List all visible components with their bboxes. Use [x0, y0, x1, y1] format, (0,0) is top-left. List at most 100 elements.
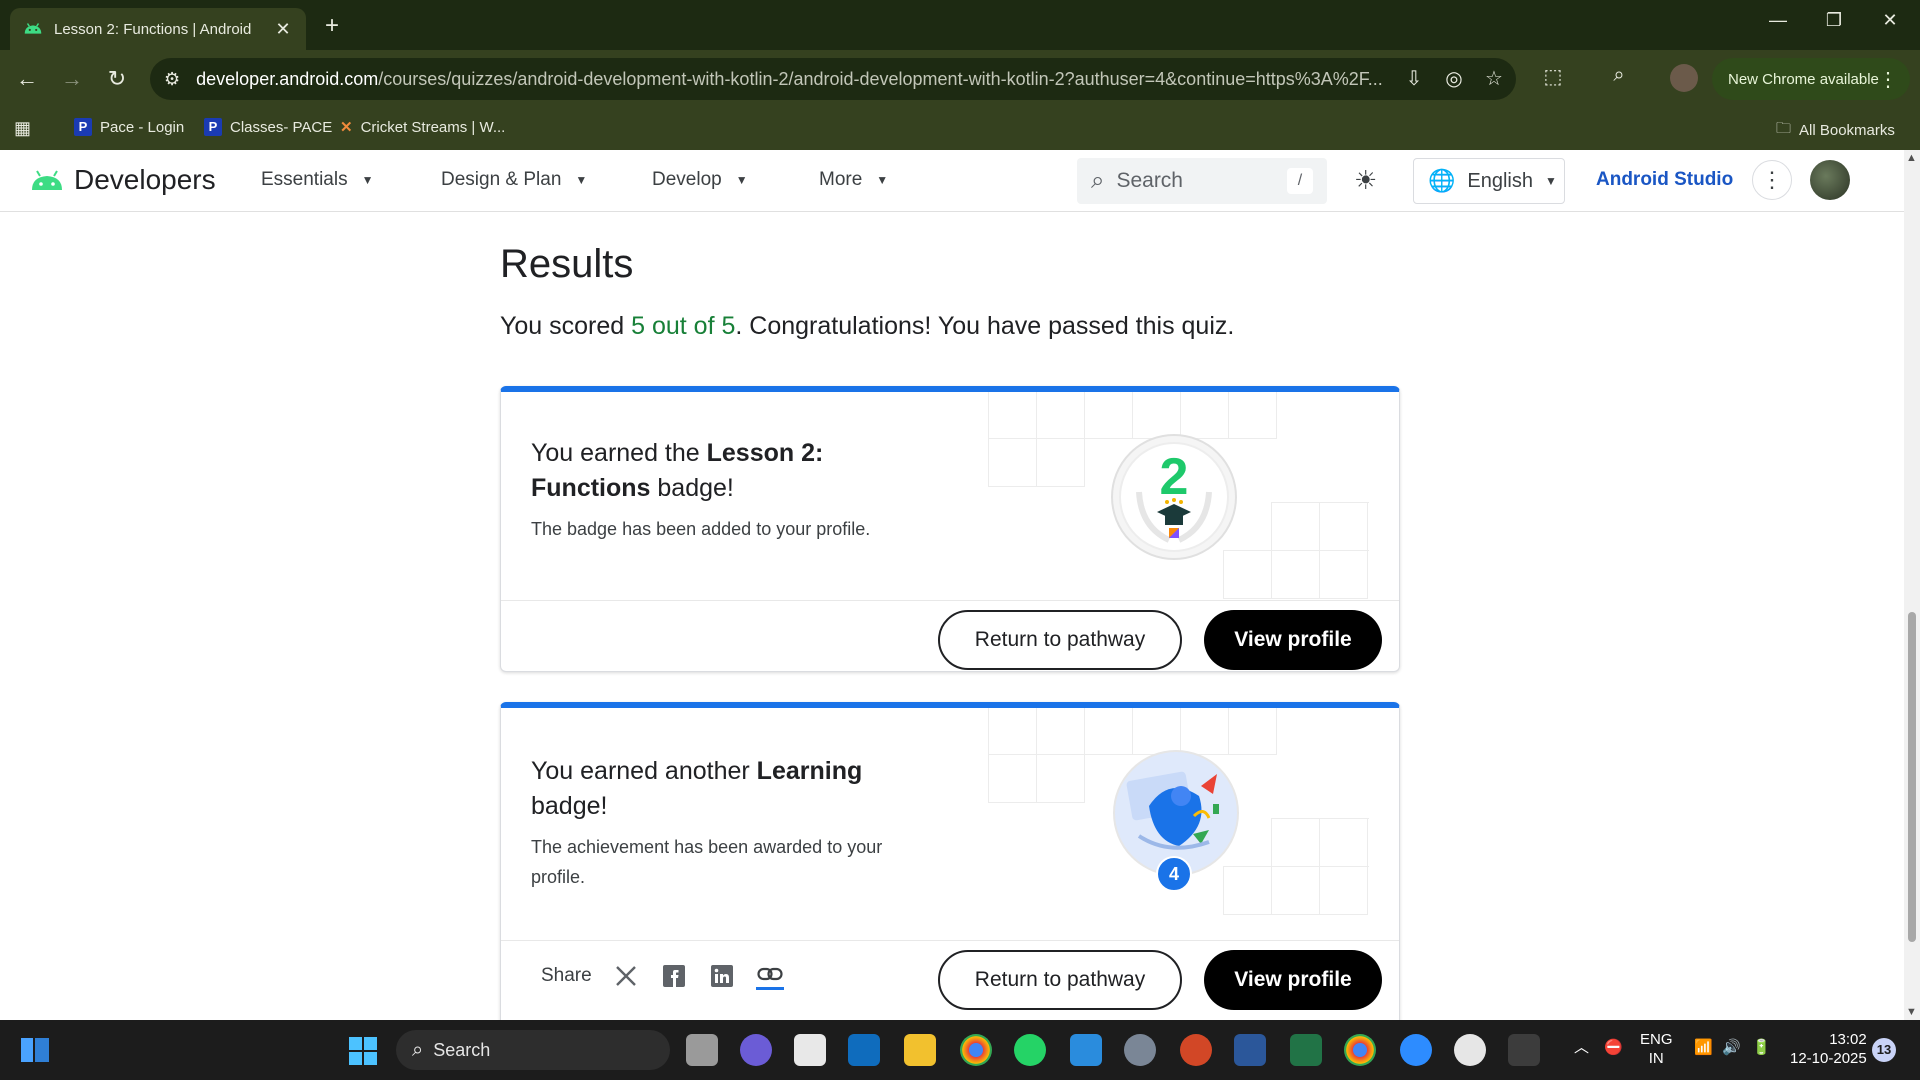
menu-design-plan[interactable]: Design & Plan ▼ — [441, 169, 587, 191]
linkedin-icon[interactable] — [708, 962, 736, 990]
powerpoint-icon[interactable] — [1180, 1034, 1212, 1066]
menu-label: Develop — [652, 169, 722, 190]
extensions-icon[interactable]: ⬚ — [1538, 64, 1568, 94]
new-tab-button[interactable]: + — [318, 12, 346, 40]
globe-icon: 🌐 — [1428, 168, 1456, 193]
menu-more[interactable]: More ▼ — [819, 169, 888, 191]
tab-search-icon[interactable]: ⌕ — [1604, 64, 1634, 94]
minimize-icon[interactable]: — — [1756, 10, 1800, 31]
outlook-icon[interactable] — [848, 1034, 880, 1066]
menu-essentials[interactable]: Essentials ▼ — [261, 169, 374, 191]
score-value: 5 out of 5 — [631, 312, 736, 340]
eye-off-icon[interactable]: ◎ — [1440, 66, 1468, 94]
battery-icon[interactable]: 🔋 — [1752, 1038, 1771, 1057]
site-search-input[interactable]: ⌕ Search / — [1077, 158, 1327, 204]
language-select[interactable]: 🌐 English ▼ — [1413, 158, 1565, 204]
scroll-down-icon[interactable]: ▼ — [1906, 1006, 1917, 1018]
new-chrome-button[interactable]: New Chrome available ⋮ — [1712, 58, 1910, 100]
menu-label: More — [819, 169, 863, 190]
search-icon: ⌕ — [412, 1038, 424, 1061]
store-icon[interactable] — [794, 1034, 826, 1066]
wifi-icon[interactable]: 📶 — [1694, 1038, 1713, 1057]
new-chrome-label: New Chrome available — [1728, 70, 1879, 88]
android-icon — [24, 23, 42, 34]
view-profile-button[interactable]: View profile — [1204, 610, 1382, 670]
bookmark-pace-login[interactable]: P Pace - Login — [74, 118, 184, 136]
theme-toggle-icon[interactable]: ☀ — [1354, 165, 1377, 196]
app-store-icon[interactable] — [1454, 1034, 1486, 1066]
badge-number: 2 — [1160, 448, 1189, 506]
android-studio-link[interactable]: Android Studio — [1596, 169, 1733, 191]
lang-top: ENG — [1640, 1031, 1673, 1048]
developers-logo[interactable]: Developers — [30, 164, 216, 196]
scroll-up-icon[interactable]: ▲ — [1906, 152, 1917, 164]
scrollbar-thumb[interactable] — [1908, 612, 1916, 942]
show-hidden-icons[interactable]: ︿ — [1574, 1038, 1589, 1057]
task-view-icon[interactable] — [686, 1034, 718, 1066]
chrome-menu-icon[interactable]: ⋮ — [1878, 67, 1898, 92]
more-options-icon[interactable]: ⋮ — [1752, 160, 1792, 200]
share-row: Share — [541, 962, 784, 990]
whatsapp-icon[interactable] — [1014, 1034, 1046, 1066]
word-icon[interactable] — [1234, 1034, 1266, 1066]
back-icon[interactable]: ← — [12, 64, 42, 94]
language-indicator[interactable]: ENG IN — [1640, 1030, 1673, 1068]
vscode-icon[interactable] — [1070, 1034, 1102, 1066]
heading-prefix: You earned another — [531, 757, 757, 785]
close-tab-icon[interactable]: ✕ — [272, 19, 294, 40]
notification-badge[interactable]: 13 — [1872, 1038, 1896, 1062]
taskbar-search[interactable]: ⌕ Search — [396, 1030, 670, 1070]
view-profile-button[interactable]: View profile — [1204, 950, 1382, 1010]
return-to-pathway-button[interactable]: Return to pathway — [938, 950, 1182, 1010]
caret-down-icon: ▼ — [1545, 174, 1557, 188]
file-explorer-icon[interactable] — [904, 1034, 936, 1066]
apps-grid-icon[interactable]: ▦ — [14, 118, 31, 139]
badge-count: 4 — [1156, 856, 1192, 892]
menu-develop[interactable]: Develop ▼ — [652, 169, 748, 191]
chrome-profile-icon[interactable] — [1344, 1034, 1376, 1066]
badge-description: The badge has been added to your profile… — [531, 519, 871, 539]
clock[interactable]: 13:02 12-10-2025 — [1790, 1030, 1867, 1068]
all-bookmarks[interactable]: 🗀 All Bookmarks — [1776, 118, 1895, 143]
page-title: Results — [500, 242, 634, 286]
bookmark-cricket-streams[interactable]: ✕ Cricket Streams | W... — [340, 118, 505, 137]
browser-tab[interactable]: Lesson 2: Functions | Android ✕ — [10, 8, 306, 50]
settings-icon[interactable] — [1124, 1034, 1156, 1066]
bookmark-classes-pace[interactable]: P Classes- PACE — [204, 118, 332, 136]
close-window-icon[interactable]: ✕ — [1868, 10, 1912, 31]
browser-toolbar: ← → ↻ ⚙ developer.android.com/courses/qu… — [0, 50, 1920, 108]
pace-icon: P — [204, 118, 222, 136]
language-label: English — [1467, 169, 1534, 192]
windows-start-icon[interactable] — [348, 1036, 378, 1066]
clock-time: 13:02 — [1829, 1031, 1867, 1048]
lang-bottom: IN — [1648, 1050, 1664, 1067]
network-off-icon[interactable]: ⛔ — [1604, 1038, 1623, 1057]
badge-heading: You earned the Lesson 2: Functions badge… — [531, 436, 891, 506]
x-twitter-icon[interactable] — [612, 962, 640, 990]
copy-link-icon[interactable] — [755, 962, 784, 990]
widgets-icon[interactable] — [20, 1036, 50, 1064]
caret-down-icon: ▼ — [361, 173, 374, 187]
zoom-icon[interactable] — [1400, 1034, 1432, 1066]
browser-title-bar: Lesson 2: Functions | Android ✕ + — ❐ ✕ — [0, 0, 1920, 50]
excel-icon[interactable] — [1290, 1034, 1322, 1066]
site-header: Developers Essentials ▼ Design & Plan ▼ De… — [0, 150, 1904, 212]
forward-icon[interactable]: → — [57, 64, 87, 94]
install-app-icon[interactable]: ⇩ — [1400, 66, 1428, 94]
site-info-icon[interactable]: ⚙ — [164, 69, 180, 90]
facebook-icon[interactable] — [660, 962, 688, 990]
bookmark-star-icon[interactable]: ☆ — [1480, 66, 1508, 94]
restore-icon[interactable]: ❐ — [1812, 10, 1856, 31]
chrome-icon[interactable] — [960, 1034, 992, 1066]
reload-icon[interactable]: ↻ — [102, 64, 132, 94]
profile-avatar[interactable] — [1670, 64, 1698, 92]
avatar[interactable] — [1810, 160, 1850, 200]
teams-icon[interactable] — [740, 1034, 772, 1066]
page-scrollbar[interactable]: ▲ ▼ — [1904, 150, 1920, 1020]
return-to-pathway-button[interactable]: Return to pathway — [938, 610, 1182, 670]
search-placeholder: Search — [1116, 169, 1183, 192]
logo-text: Developers — [74, 164, 216, 195]
address-bar[interactable]: ⚙ developer.android.com/courses/quizzes/… — [150, 58, 1516, 100]
volume-icon[interactable]: 🔊 — [1722, 1038, 1741, 1057]
terminal-icon[interactable] — [1508, 1034, 1540, 1066]
